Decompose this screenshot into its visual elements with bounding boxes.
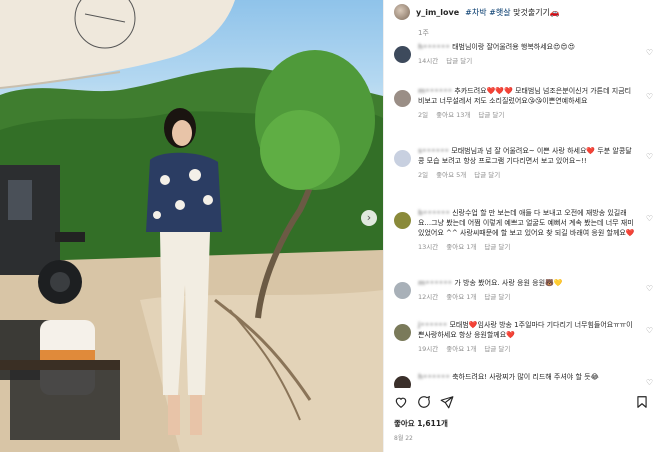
comment-time: 13시간 bbox=[418, 243, 439, 251]
comment-avatar[interactable] bbox=[394, 324, 411, 341]
comment-text: s•••••• 모태범님과 넘 잘 어울려요~ 이쁜 사랑 하세요❤️ 두분 알… bbox=[418, 147, 632, 165]
post-actions-bar bbox=[384, 392, 658, 412]
comment-icon[interactable] bbox=[417, 395, 431, 409]
comment-text: j•••••• 모태범❤️임사랑 방송 1주일마다 기다리기 너무힘들어요ㅠㅠ이… bbox=[418, 321, 633, 339]
comment-item: m•••••• 추카드려요❤️❤️❤️ 모태범님 넘조은분이신거 가튼데 지금티… bbox=[384, 86, 658, 119]
comment-username[interactable]: h•••••• bbox=[418, 43, 450, 51]
photo-illustration bbox=[0, 0, 383, 452]
comment-meta: 13시간 좋아요 1개 답글 달기 bbox=[418, 241, 651, 251]
comment-avatar[interactable] bbox=[394, 282, 411, 299]
next-image-button[interactable]: › bbox=[361, 210, 377, 226]
comment-avatar[interactable] bbox=[394, 212, 411, 229]
comment-reply-link[interactable]: 답글 달기 bbox=[484, 343, 510, 353]
comment-list[interactable]: h•••••• 태범님이랑 잘어울려용 행복하세요😍😍😍 14시간 답글 달기 … bbox=[384, 38, 658, 388]
comment-time: 12시간 bbox=[418, 293, 439, 301]
comment-like-icon[interactable]: ♡ bbox=[646, 378, 653, 387]
comment-username[interactable]: j•••••• bbox=[418, 321, 447, 329]
comment-like-icon[interactable]: ♡ bbox=[646, 152, 653, 161]
comment-text: h•••••• 축하드려요! 사랑찌가 많이 리드해 주셔야 할 듯😂 bbox=[418, 373, 599, 381]
post-age: 1주 bbox=[418, 29, 429, 37]
comment-text: m•••••• 가 방송 봤어요. 사랑 응원 응원🐻💛 bbox=[418, 279, 563, 287]
comment-like-icon[interactable]: ♡ bbox=[646, 92, 653, 101]
author-avatar[interactable] bbox=[394, 4, 410, 20]
comment-time: 14시간 bbox=[418, 57, 439, 65]
like-count[interactable]: 좋아요 1,611개 bbox=[394, 418, 448, 429]
comment-username[interactable]: s•••••• bbox=[418, 147, 449, 155]
bookmark-icon[interactable] bbox=[635, 395, 649, 409]
comment-time: 2일 bbox=[418, 171, 429, 179]
comment-avatar[interactable] bbox=[394, 46, 411, 63]
comment-username[interactable]: m•••••• bbox=[418, 87, 452, 95]
comment-likes[interactable]: 좋아요 13개 bbox=[436, 109, 470, 119]
comment-item: h•••••• 축하드려요! 사랑찌가 많이 리드해 주셔야 할 듯😂 ♡ bbox=[384, 372, 658, 388]
comment-reply-link[interactable]: 답글 달기 bbox=[484, 291, 510, 301]
comment-reply-link[interactable]: 답글 달기 bbox=[474, 169, 500, 179]
comment-like-icon[interactable]: ♡ bbox=[646, 284, 653, 293]
post-panel: y_im_love #차박 #햇살 맞것출기기🚗 1주 h•••••• 태범님이… bbox=[383, 0, 658, 452]
comment-item: s•••••• 모태범님과 넘 잘 어울려요~ 이쁜 사랑 하세요❤️ 두분 알… bbox=[384, 146, 658, 179]
comment-like-icon[interactable]: ♡ bbox=[646, 214, 653, 223]
comment-item: m•••••• 가 방송 봤어요. 사랑 응원 응원🐻💛 12시간 좋아요 1개… bbox=[384, 278, 658, 301]
share-icon[interactable] bbox=[440, 395, 454, 409]
comment-username[interactable]: m•••••• bbox=[418, 279, 452, 287]
comment-likes[interactable]: 좋아요 1개 bbox=[446, 291, 476, 301]
comment-like-icon[interactable]: ♡ bbox=[646, 326, 653, 335]
comment-meta: 12시간 좋아요 1개 답글 달기 bbox=[418, 291, 651, 301]
comment-reply-link[interactable]: 답글 달기 bbox=[484, 241, 510, 251]
comment-meta: 2일 좋아요 5개 답글 달기 bbox=[418, 169, 651, 179]
comment-item: b•••••• 신랑수업 할 만 보는데 애들 다 보내고 오전에 재방송 있길… bbox=[384, 208, 658, 251]
comment-avatar[interactable] bbox=[394, 90, 411, 107]
comment-item: j•••••• 모태범❤️임사랑 방송 1주일마다 기다리기 너무힘들어요ㅠㅠ이… bbox=[384, 320, 658, 353]
comment-meta: 19시간 좋아요 1개 답글 달기 bbox=[418, 343, 651, 353]
comment-avatar[interactable] bbox=[394, 150, 411, 167]
comment-username[interactable]: b•••••• bbox=[418, 209, 450, 217]
comment-likes[interactable]: 좋아요 1개 bbox=[446, 241, 476, 251]
comment-text: h•••••• 태범님이랑 잘어울려용 행복하세요😍😍😍 bbox=[418, 43, 576, 51]
comment-meta: 2일 좋아요 13개 답글 달기 bbox=[418, 109, 651, 119]
comment-like-icon[interactable]: ♡ bbox=[646, 48, 653, 57]
comment-likes[interactable]: 좋아요 5개 bbox=[436, 169, 466, 179]
comment-time: 19시간 bbox=[418, 345, 439, 353]
comment-item: h•••••• 태범님이랑 잘어울려용 행복하세요😍😍😍 14시간 답글 달기 … bbox=[384, 42, 658, 65]
post-caption: #차박 #햇살 맞것출기기🚗 bbox=[465, 7, 560, 18]
caption-hashtags[interactable]: #차박 #햇살 bbox=[465, 8, 510, 17]
post-photo[interactable]: › bbox=[0, 0, 383, 452]
heart-icon[interactable] bbox=[394, 395, 408, 409]
post-date: 8월 22 bbox=[394, 435, 413, 442]
comment-text: b•••••• 신랑수업 할 만 보는데 애들 다 보내고 오전에 재방송 있길… bbox=[418, 209, 635, 237]
comment-reply-link[interactable]: 답글 달기 bbox=[446, 55, 472, 65]
comment-avatar[interactable] bbox=[394, 376, 411, 388]
comment-time: 2일 bbox=[418, 111, 429, 119]
comment-reply-link[interactable]: 답글 달기 bbox=[478, 109, 504, 119]
comment-likes[interactable]: 좋아요 1개 bbox=[446, 343, 476, 353]
caption-text: 맞것출기기🚗 bbox=[513, 7, 560, 17]
comment-username[interactable]: h•••••• bbox=[418, 373, 450, 381]
comment-text: m•••••• 추카드려요❤️❤️❤️ 모태범님 넘조은분이신거 가튼데 지금티… bbox=[418, 87, 632, 105]
post-header: y_im_love #차박 #햇살 맞것출기기🚗 1주 bbox=[384, 0, 658, 38]
author-username[interactable]: y_im_love bbox=[416, 8, 459, 17]
comment-meta: 14시간 답글 달기 bbox=[418, 55, 651, 65]
